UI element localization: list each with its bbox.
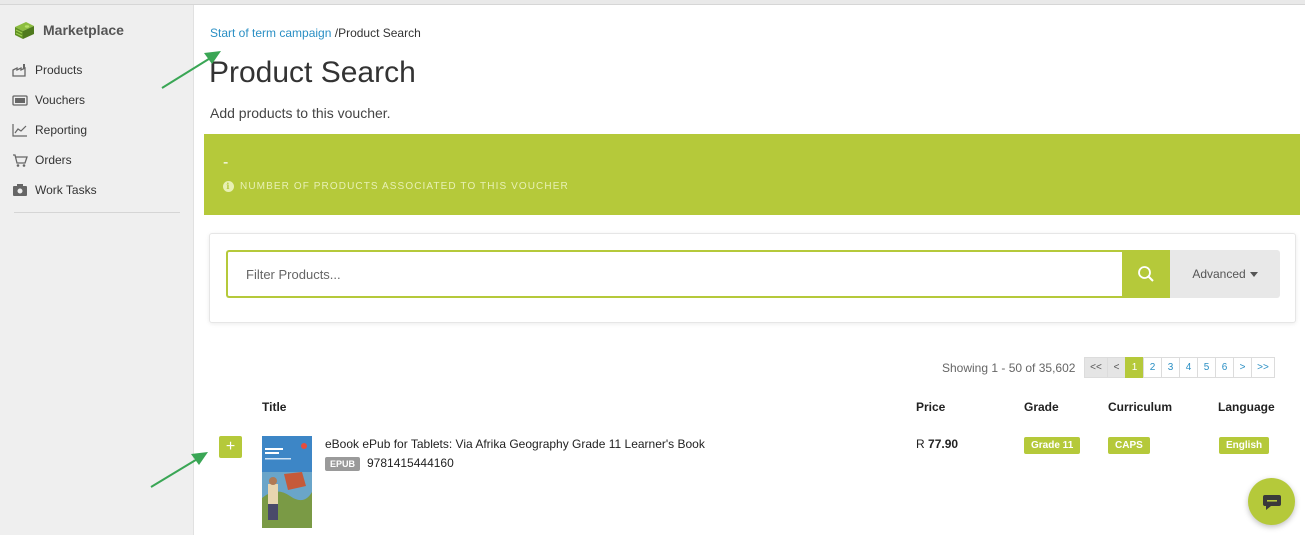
page-subtitle: Add products to this voucher. bbox=[210, 105, 391, 121]
breadcrumb-current: /Product Search bbox=[334, 26, 421, 40]
sidebar-item-label: Work Tasks bbox=[35, 183, 97, 197]
voucher-summary-banner: - i NUMBER OF PRODUCTS ASSOCIATED TO THI… bbox=[204, 134, 1300, 215]
breadcrumb-link-campaign[interactable]: Start of term campaign bbox=[210, 26, 331, 40]
column-header-language[interactable]: Language bbox=[1218, 400, 1275, 414]
info-icon: i bbox=[223, 181, 234, 192]
book-cover-art bbox=[262, 436, 312, 528]
sidebar-item-work-tasks[interactable]: Work Tasks bbox=[0, 175, 194, 205]
page-title: Product Search bbox=[209, 56, 416, 89]
page-first-button[interactable]: << bbox=[1084, 357, 1108, 378]
money-stack-icon bbox=[15, 22, 34, 39]
page-button-6[interactable]: 6 bbox=[1215, 357, 1234, 378]
column-header-title[interactable]: Title bbox=[262, 400, 286, 414]
search-icon bbox=[1138, 266, 1154, 282]
page-next-button[interactable]: > bbox=[1233, 357, 1252, 378]
chart-line-icon bbox=[12, 124, 27, 137]
sidebar-nav: Products Vouchers Reporting Orders Work … bbox=[0, 55, 194, 205]
product-title[interactable]: eBook ePub for Tablets: Via Afrika Geogr… bbox=[325, 437, 705, 451]
factory-icon bbox=[12, 64, 26, 77]
format-badge: EPUB bbox=[325, 457, 361, 471]
breadcrumb: Start of term campaign /Product Search bbox=[210, 26, 421, 40]
sidebar-divider bbox=[14, 212, 180, 213]
sidebar-item-orders[interactable]: Orders bbox=[0, 145, 194, 175]
search-button[interactable] bbox=[1122, 250, 1170, 298]
sidebar-item-label: Reporting bbox=[35, 123, 88, 137]
sidebar-item-label: Products bbox=[35, 63, 83, 77]
grade-badge: Grade 11 bbox=[1024, 437, 1081, 454]
camera-icon bbox=[13, 184, 27, 196]
brand-label: Marketplace bbox=[43, 22, 124, 38]
page-button-5[interactable]: 5 bbox=[1197, 357, 1216, 378]
add-product-button[interactable]: + bbox=[219, 436, 242, 458]
sidebar-item-vouchers[interactable]: Vouchers bbox=[0, 85, 194, 115]
advanced-filter-label: Advanced bbox=[1192, 267, 1246, 281]
price-amount: 77.90 bbox=[928, 437, 959, 451]
price-currency: R bbox=[916, 437, 925, 451]
sidebar-item-label: Vouchers bbox=[35, 93, 86, 107]
brand[interactable]: Marketplace bbox=[12, 18, 124, 42]
page-button-3[interactable]: 3 bbox=[1161, 357, 1180, 378]
voucher-icon bbox=[12, 95, 28, 106]
pagination: << < 1 2 3 4 5 6 > >> bbox=[1084, 357, 1275, 378]
product-count-note: i NUMBER OF PRODUCTS ASSOCIATED TO THIS … bbox=[223, 181, 569, 192]
page-button-1[interactable]: 1 bbox=[1125, 357, 1144, 378]
book-cover-image[interactable] bbox=[262, 436, 312, 528]
filter-products-input[interactable] bbox=[226, 250, 1123, 298]
product-count-label: NUMBER OF PRODUCTS ASSOCIATED TO THIS VO… bbox=[240, 181, 569, 192]
page-button-2[interactable]: 2 bbox=[1143, 357, 1162, 378]
column-header-price[interactable]: Price bbox=[916, 400, 945, 414]
sidebar: Marketplace Products Vouchers Reporting bbox=[0, 5, 194, 535]
page-prev-button[interactable]: < bbox=[1107, 357, 1126, 378]
column-header-grade[interactable]: Grade bbox=[1024, 400, 1059, 414]
chat-button[interactable] bbox=[1248, 478, 1295, 525]
product-count: - bbox=[223, 154, 229, 171]
filter-card: Advanced bbox=[209, 233, 1296, 323]
language-badge: English bbox=[1219, 437, 1270, 454]
product-isbn: 9781415444160 bbox=[367, 456, 454, 470]
caret-down-icon bbox=[1249, 271, 1258, 277]
results-count: Showing 1 - 50 of 35,602 bbox=[942, 361, 1076, 375]
sidebar-item-label: Orders bbox=[35, 153, 72, 167]
top-border bbox=[0, 0, 1305, 5]
curriculum-badge: CAPS bbox=[1108, 437, 1150, 454]
page-last-button[interactable]: >> bbox=[1251, 357, 1275, 378]
product-price: R 77.90 bbox=[916, 437, 958, 451]
chat-icon bbox=[1262, 494, 1281, 510]
column-header-curriculum[interactable]: Curriculum bbox=[1108, 400, 1172, 414]
sidebar-item-reporting[interactable]: Reporting bbox=[0, 115, 194, 145]
advanced-filter-button[interactable]: Advanced bbox=[1170, 250, 1280, 298]
page-button-4[interactable]: 4 bbox=[1179, 357, 1198, 378]
cart-icon bbox=[13, 154, 28, 167]
sidebar-item-products[interactable]: Products bbox=[0, 55, 194, 85]
